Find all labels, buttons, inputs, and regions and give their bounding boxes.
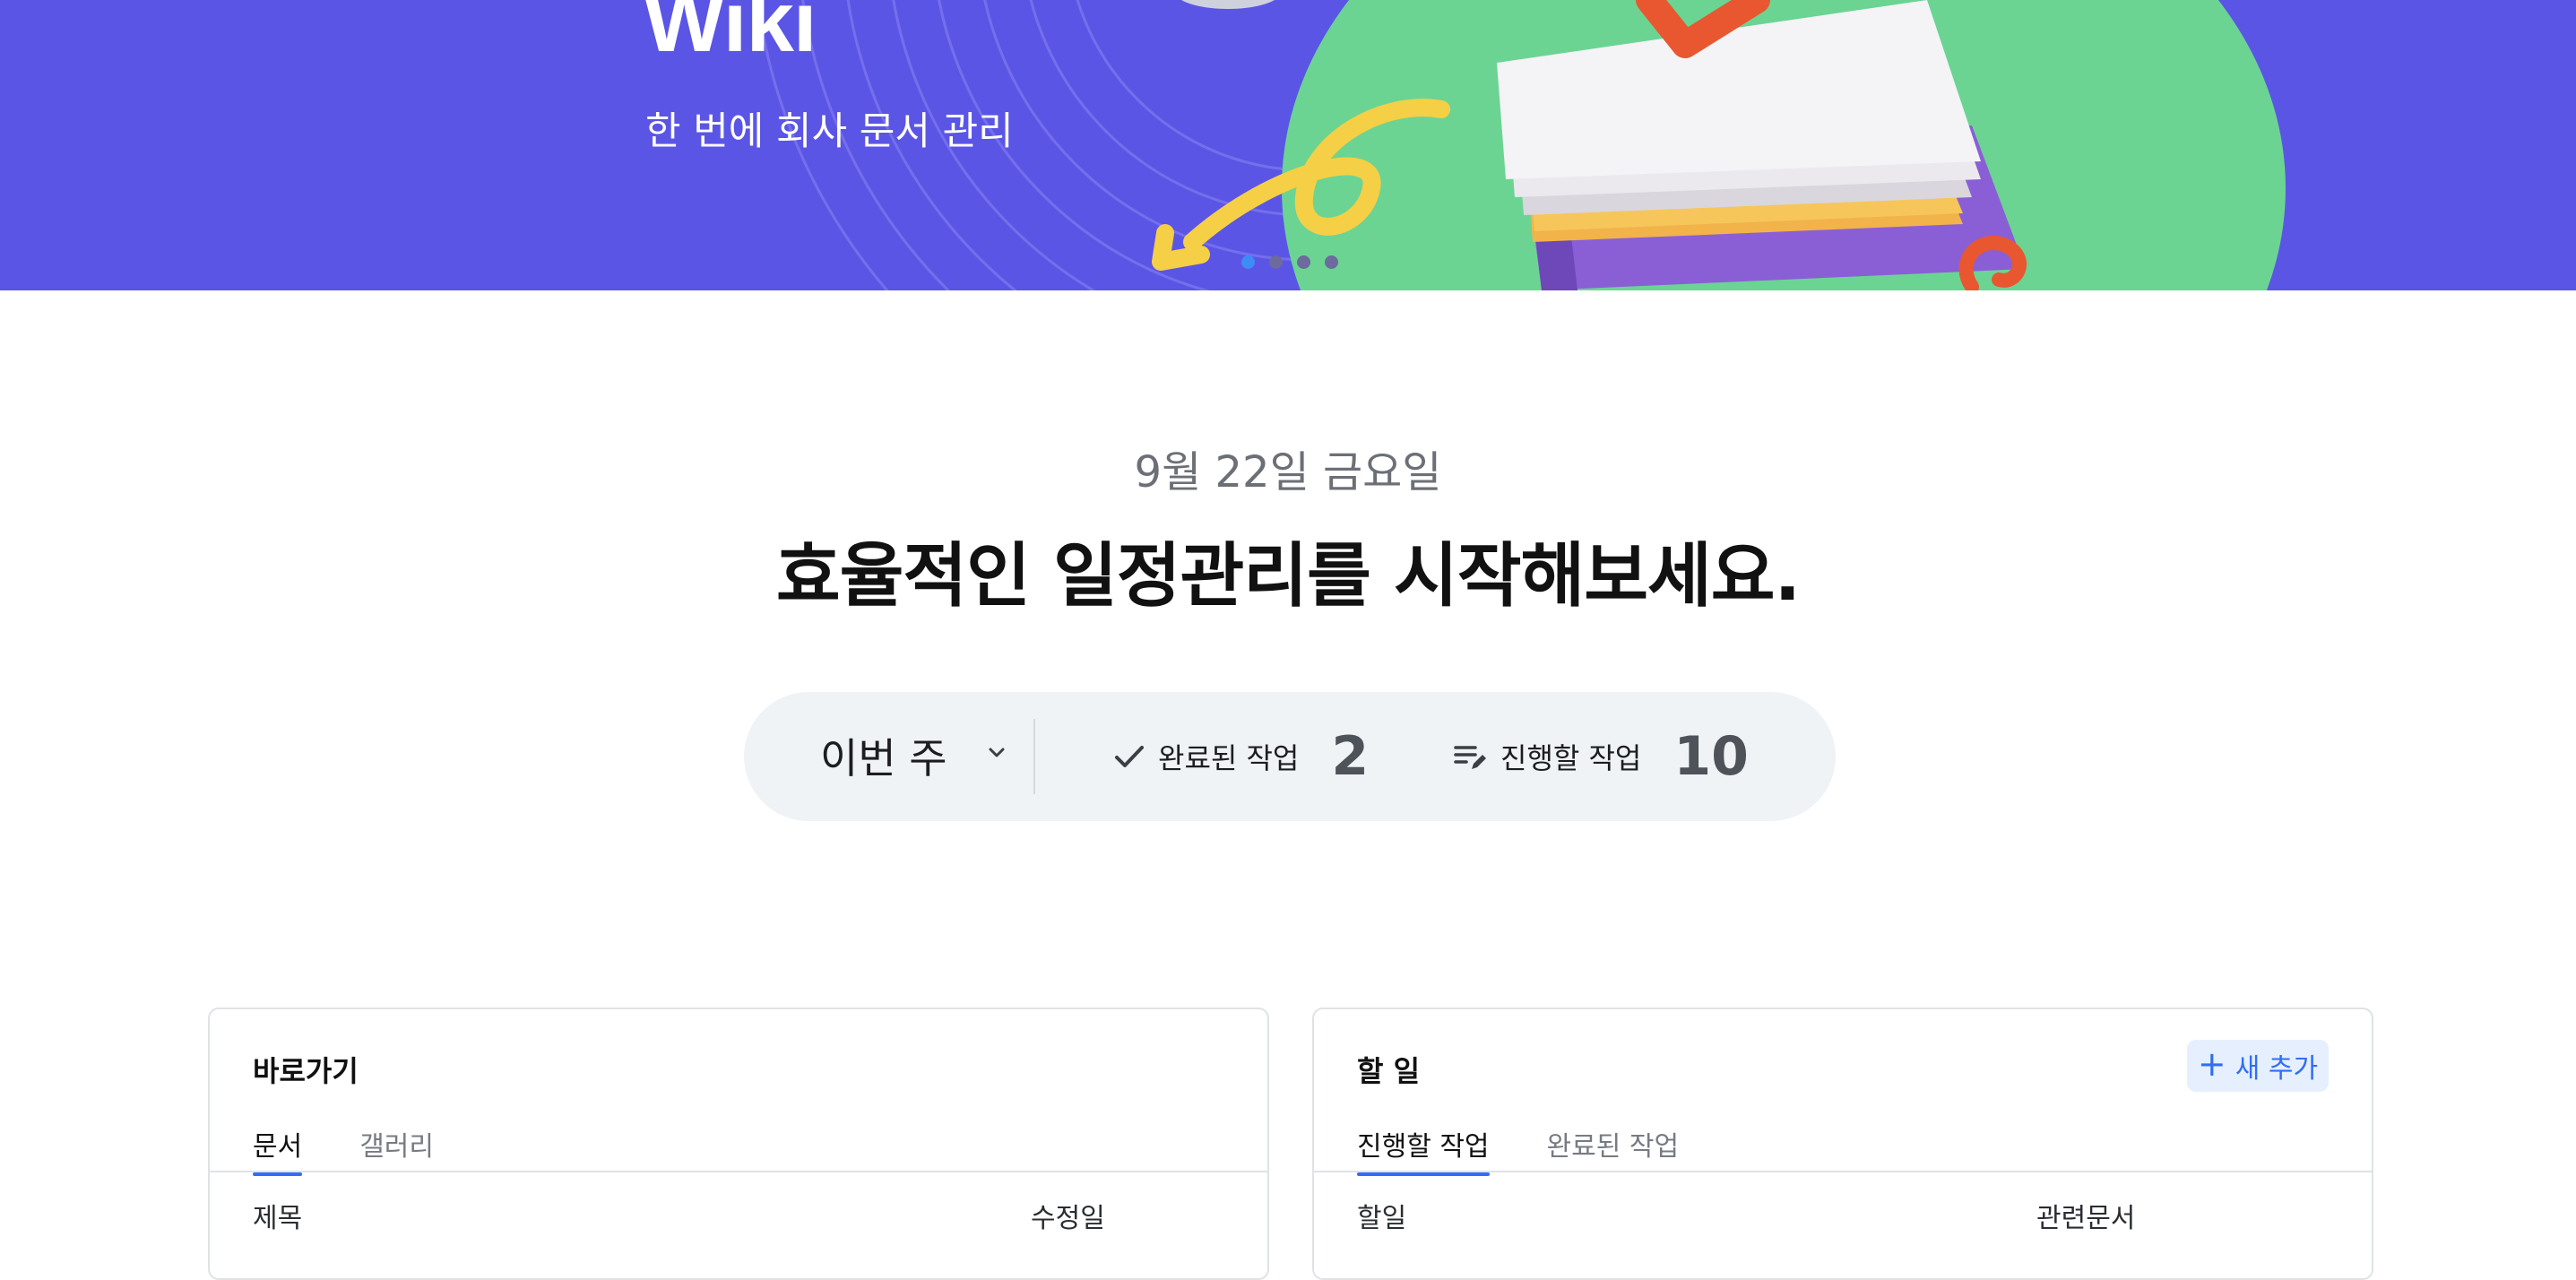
todo-tasks-stat[interactable]: 진행할 작업 10 — [1452, 692, 1749, 821]
shortcuts-title: 바로가기 — [253, 1054, 359, 1088]
tab-gallery[interactable]: 갤러리 — [359, 1124, 434, 1176]
tab-documents[interactable]: 문서 — [253, 1124, 303, 1176]
tab-completed[interactable]: 완료된 작업 — [1547, 1124, 1680, 1176]
hero-banner[interactable]: Wiki 한 번에 회사 문서 관리 — [0, 0, 2576, 290]
shortcuts-tabs: 문서 갤러리 — [253, 1124, 434, 1176]
column-header-task[interactable]: 할일 — [1357, 1196, 1406, 1235]
column-header-title[interactable]: 제목 — [253, 1196, 302, 1235]
completed-tasks-count: 2 — [1331, 725, 1370, 788]
task-summary-bar: 이번 주 완료된 작업 2 진행할 작업 10 — [744, 692, 1836, 821]
divider — [1314, 1171, 2372, 1172]
hero-illustration — [756, 0, 2286, 290]
carousel-dot[interactable] — [1241, 255, 1255, 269]
add-todo-button[interactable]: + 새 추가 — [2187, 1040, 2329, 1092]
checkmark-icon — [1115, 746, 1144, 767]
divider — [210, 1171, 1267, 1172]
column-header-related-doc[interactable]: 관련문서 — [2036, 1196, 2135, 1235]
carousel-dot[interactable] — [1269, 255, 1283, 269]
add-todo-label: 새 추가 — [2235, 1053, 2319, 1085]
completed-tasks-label: 완료된 작업 — [1158, 741, 1300, 775]
carousel-dot[interactable] — [1325, 255, 1338, 269]
todo-title: 할 일 — [1357, 1054, 1421, 1088]
carousel-dot[interactable] — [1297, 255, 1310, 269]
period-selector-label[interactable]: 이번 주 — [820, 726, 947, 785]
plus-icon: + — [2197, 1044, 2226, 1084]
page-headline: 효율적인 일정관리를 시작해보세요. — [775, 536, 1801, 617]
hero-title: Wiki — [644, 0, 817, 70]
todo-card: 할 일 + 새 추가 진행할 작업 완료된 작업 할일 관련문서 — [1312, 1008, 2373, 1280]
shortcuts-card: 바로가기 문서 갤러리 제목 수정일 — [208, 1008, 1269, 1280]
carousel-dots — [1241, 255, 1338, 269]
completed-tasks-stat[interactable]: 완료된 작업 2 — [1111, 692, 1369, 821]
edit-list-icon — [1454, 746, 1486, 769]
tab-todo[interactable]: 진행할 작업 — [1357, 1124, 1490, 1176]
hero-subtitle: 한 번에 회사 문서 관리 — [645, 109, 1014, 154]
todo-tabs: 진행할 작업 완료된 작업 — [1357, 1124, 1679, 1176]
column-header-modified[interactable]: 수정일 — [1031, 1196, 1105, 1235]
todo-tasks-label: 진행할 작업 — [1500, 741, 1642, 775]
date-label: 9월 22일 금요일 — [1134, 447, 1442, 497]
todo-tasks-count: 10 — [1673, 725, 1749, 788]
chevron-down-icon[interactable] — [986, 742, 1007, 764]
divider — [1033, 719, 1035, 794]
